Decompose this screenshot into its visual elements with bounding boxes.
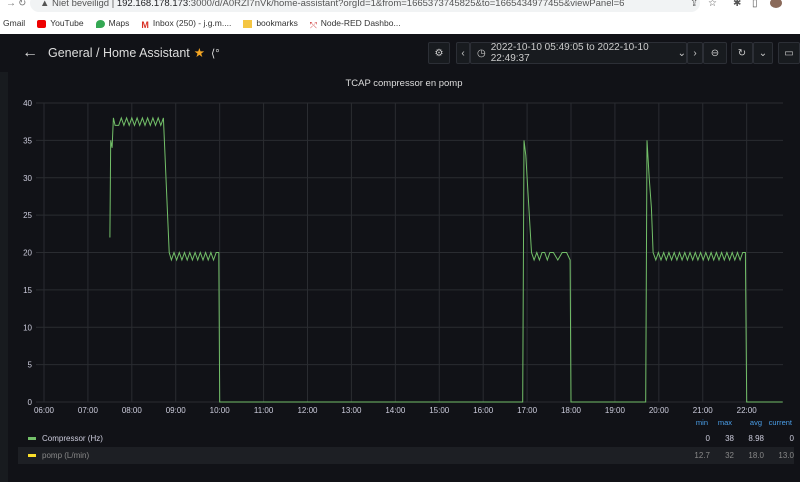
x-tick-label: 12:00 [297, 406, 318, 415]
x-tick-label: 08:00 [122, 406, 143, 415]
y-tick-label: 40 [23, 99, 32, 108]
legend-col-avg[interactable]: avg [732, 418, 762, 430]
legend-col-min[interactable]: min [684, 418, 708, 430]
series-max: 38 [725, 434, 734, 443]
series-min: 12.7 [694, 451, 710, 460]
y-tick-label: 15 [23, 286, 32, 295]
series-min: 0 [705, 434, 710, 443]
line-chart[interactable]: 0 5 10 15 20 25 30 35 40 06:00 07:00 08:00 09:00 10:0… [0, 0, 800, 420]
legend-row-compressor[interactable]: Compressor (Hz) 0 38 8.98 0 [18, 430, 794, 447]
x-tick-label: 13:00 [341, 406, 362, 415]
series-color-swatch[interactable] [28, 454, 36, 457]
x-tick-label: 14:00 [385, 406, 406, 415]
series-max: 32 [725, 451, 734, 460]
legend-header: min max avg current [18, 418, 794, 430]
y-tick-label: 20 [23, 249, 32, 258]
x-tick-label: 17:00 [517, 406, 538, 415]
x-tick-label: 19:00 [605, 406, 626, 415]
series-current: 0 [789, 434, 794, 443]
x-tick-label: 16:00 [473, 406, 494, 415]
x-tick-label: 09:00 [166, 406, 187, 415]
series-line-compressor[interactable] [109, 116, 783, 403]
x-tick-label: 07:00 [78, 406, 99, 415]
x-tick-label: 06:00 [34, 406, 55, 415]
series-avg: 18.0 [748, 451, 764, 460]
y-tick-label: 10 [23, 323, 32, 332]
legend-row-pomp[interactable]: pomp (L/min) 12.7 32 18.0 13.0 [18, 447, 794, 464]
x-tick-label: 15:00 [429, 406, 450, 415]
legend-table: min max avg current Compressor (Hz) 0 38… [18, 418, 794, 464]
x-tick-label: 18:00 [561, 406, 582, 415]
y-tick-label: 5 [28, 361, 33, 370]
x-tick-label: 10:00 [210, 406, 231, 415]
x-tick-label: 21:00 [693, 406, 714, 415]
series-current: 13.0 [778, 451, 794, 460]
x-tick-label: 22:00 [737, 406, 758, 415]
series-name[interactable]: pomp (L/min) [42, 451, 686, 460]
legend-col-current[interactable]: current [762, 418, 792, 430]
y-tick-label: 35 [23, 136, 32, 145]
series-avg: 8.98 [748, 434, 764, 443]
legend-col-max[interactable]: max [708, 418, 732, 430]
series-name[interactable]: Compressor (Hz) [42, 434, 686, 443]
x-tick-label: 20:00 [649, 406, 670, 415]
x-tick-label: 11:00 [254, 406, 274, 415]
y-tick-label: 0 [28, 398, 33, 407]
y-tick-label: 25 [23, 211, 32, 220]
y-tick-label: 30 [23, 174, 32, 183]
series-color-swatch[interactable] [28, 437, 36, 440]
